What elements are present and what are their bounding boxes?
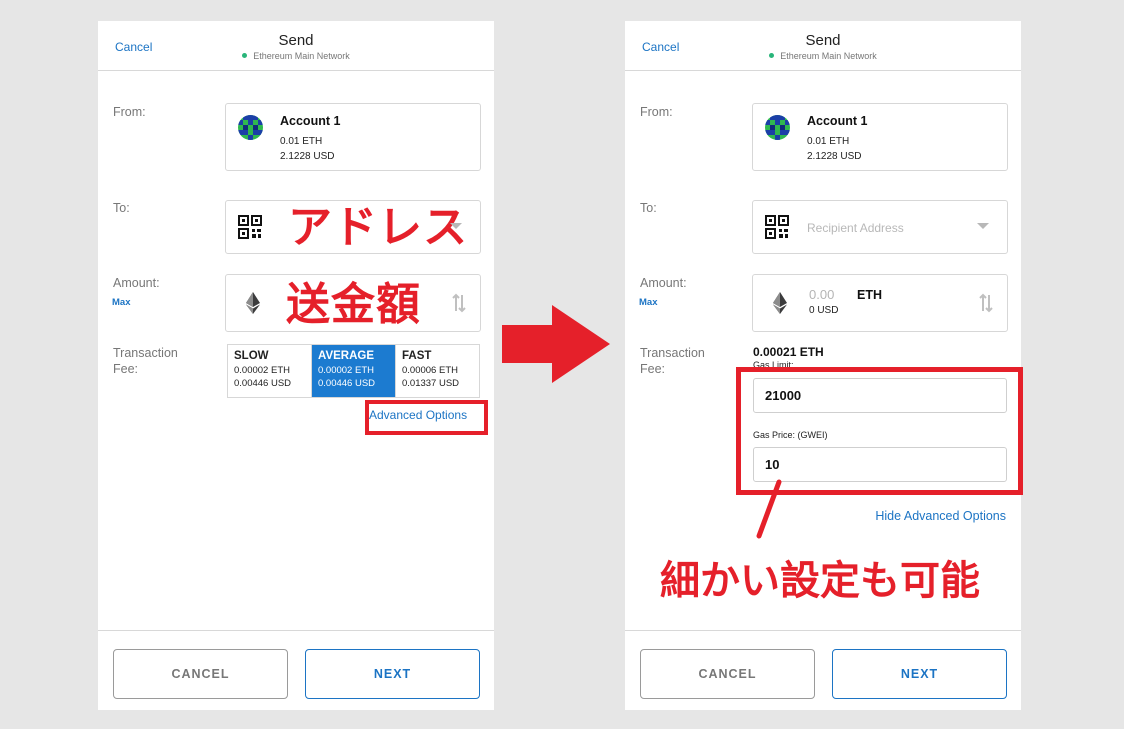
from-label: From: (640, 105, 673, 119)
amount-label: Amount: (113, 276, 160, 290)
amount-unit: ETH (857, 288, 882, 302)
max-link[interactable]: Max (639, 297, 657, 308)
qr-code-icon[interactable] (765, 215, 789, 244)
fee-total: 0.00021 ETH (753, 345, 824, 359)
footer: CANCEL NEXT (98, 630, 494, 710)
send-screen-advanced: Cancel Send Ethereum Main Network From: … (625, 21, 1023, 710)
account-usd-balance: 2.1228 USD (807, 151, 862, 162)
cancel-button[interactable]: CANCEL (640, 649, 815, 699)
amount-field[interactable]: 送金額 (225, 274, 481, 332)
network-name: Ethereum Main Network (780, 51, 877, 61)
ethereum-icon (773, 292, 787, 319)
footer: CANCEL NEXT (625, 630, 1021, 710)
account-eth-balance: 0.01 ETH (280, 136, 323, 147)
qr-code-icon[interactable] (238, 215, 262, 244)
amount-field[interactable]: 0.00 0 USD ETH (752, 274, 1008, 332)
recipient-address-field[interactable]: アドレス (225, 200, 481, 254)
annotation-highlight-box (365, 400, 488, 435)
network-status-dot-icon (769, 53, 775, 58)
dropdown-arrow-icon[interactable] (450, 223, 462, 229)
account-avatar-icon (238, 115, 263, 140)
network-indicator: Ethereum Main Network (98, 51, 494, 61)
amount-annotation: 送金額 (286, 280, 421, 329)
fee-selector: SLOW 0.00002 ETH 0.00446 USD AVERAGE 0.0… (227, 344, 480, 398)
send-screen-basic: Cancel Send Ethereum Main Network From: … (98, 21, 494, 710)
transaction-fee-label: Transaction Fee: (113, 346, 178, 376)
max-link[interactable]: Max (112, 297, 130, 308)
recipient-address-placeholder: Recipient Address (807, 221, 904, 235)
page-title: Send (278, 32, 314, 49)
next-button[interactable]: NEXT (832, 649, 1007, 699)
transaction-fee-label: Transaction Fee: (640, 346, 705, 376)
fee-option-average[interactable]: AVERAGE 0.00002 ETH 0.00446 USD (312, 345, 396, 397)
page-title: Send (805, 32, 841, 49)
from-label: From: (113, 105, 146, 119)
dropdown-arrow-icon[interactable] (977, 223, 989, 229)
right-arrow-icon (502, 305, 610, 383)
hide-advanced-options-link[interactable]: Hide Advanced Options (875, 509, 1006, 523)
header: Cancel Send Ethereum Main Network (625, 21, 1021, 71)
annotation-connector (756, 479, 782, 539)
ethereum-icon (246, 292, 260, 319)
from-account-selector[interactable]: Account 1 0.01 ETH 2.1228 USD (225, 103, 481, 171)
recipient-address-field[interactable]: Recipient Address (752, 200, 1008, 254)
swap-icon[interactable] (452, 293, 466, 318)
from-account-selector[interactable]: Account 1 0.01 ETH 2.1228 USD (752, 103, 1008, 171)
header: Cancel Send Ethereum Main Network (98, 21, 494, 71)
network-name: Ethereum Main Network (253, 51, 350, 61)
account-name: Account 1 (807, 114, 868, 128)
amount-usd: 0 USD (809, 305, 839, 316)
annotation-highlight-box (736, 367, 1023, 495)
address-annotation: アドレス (288, 203, 468, 252)
account-usd-balance: 2.1228 USD (280, 151, 335, 162)
network-status-dot-icon (242, 53, 248, 58)
amount-value[interactable]: 0.00 (809, 287, 834, 302)
network-indicator: Ethereum Main Network (625, 51, 1021, 61)
amount-label: Amount: (640, 276, 687, 290)
fee-option-fast[interactable]: FAST 0.00006 ETH 0.01337 USD (396, 345, 479, 397)
swap-icon[interactable] (979, 293, 993, 318)
cancel-button[interactable]: CANCEL (113, 649, 288, 699)
account-name: Account 1 (280, 114, 341, 128)
fine-settings-annotation: 細かい設定も可能 (660, 559, 980, 603)
fee-option-slow[interactable]: SLOW 0.00002 ETH 0.00446 USD (228, 345, 312, 397)
next-button[interactable]: NEXT (305, 649, 480, 699)
to-label: To: (113, 201, 130, 215)
account-eth-balance: 0.01 ETH (807, 136, 850, 147)
account-avatar-icon (765, 115, 790, 140)
to-label: To: (640, 201, 657, 215)
